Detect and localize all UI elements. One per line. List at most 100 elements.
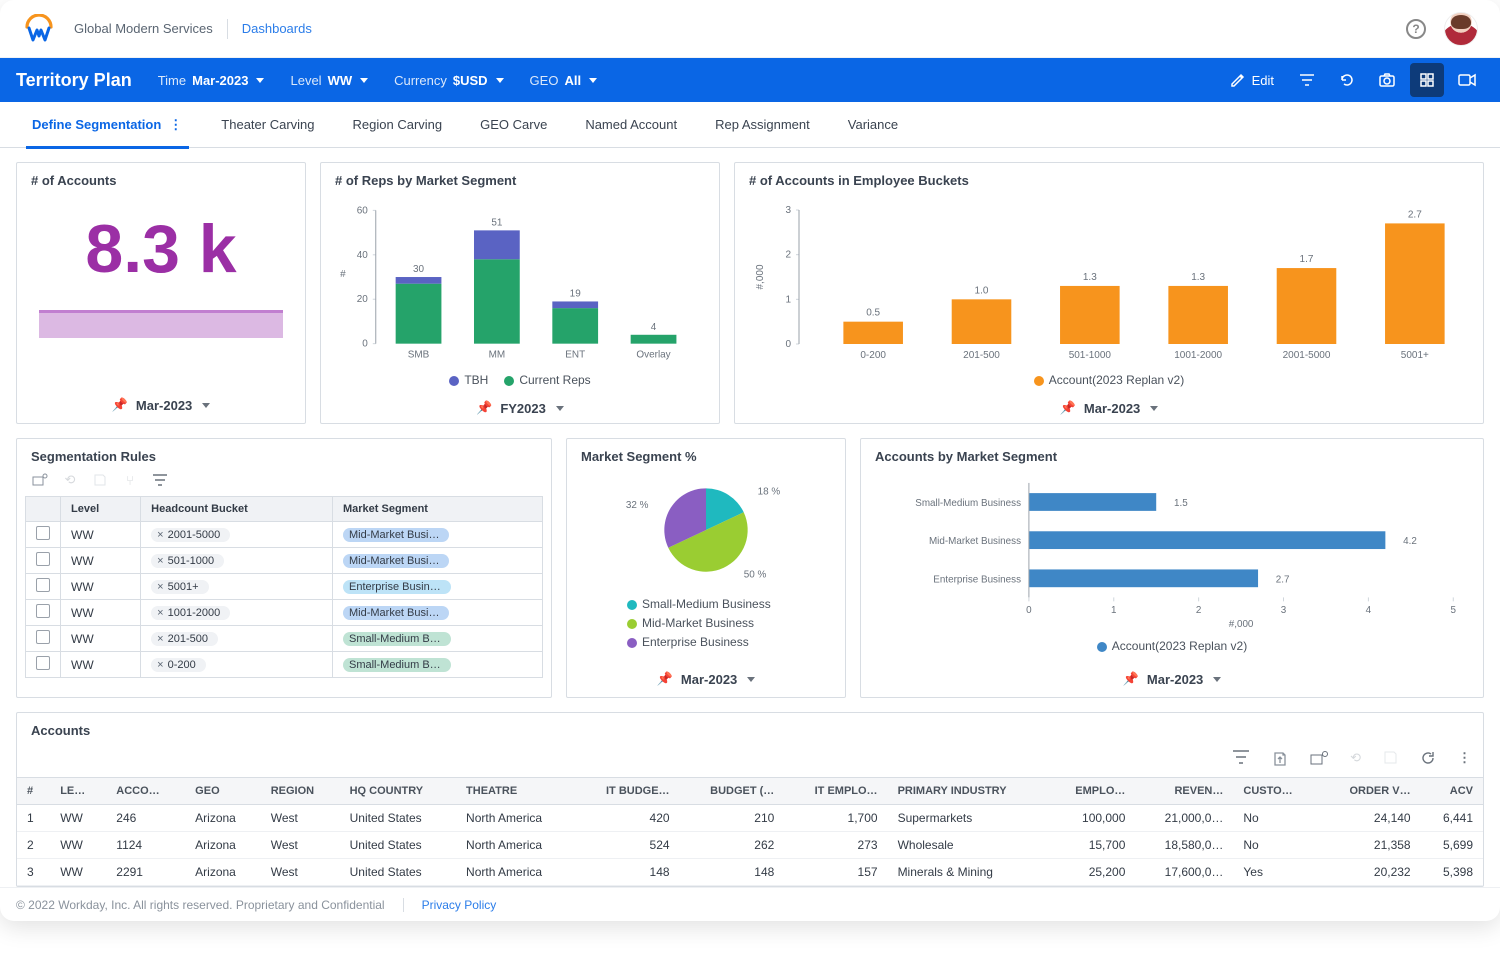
table-row[interactable]: WW×1001-2000Mid-Market Busi… (26, 600, 543, 626)
card-foot[interactable]: 📌 Mar-2023 (735, 393, 1483, 423)
acct-col[interactable]: REVEN… (1135, 778, 1233, 805)
tab-rep-assignment[interactable]: Rep Assignment (715, 102, 810, 148)
acct-col[interactable]: IT EMPLO… (784, 778, 887, 805)
acct-col[interactable]: ACCO… (106, 778, 185, 805)
segment-chip[interactable]: Enterprise Busin… (343, 580, 451, 594)
org-name: Global Modern Services (74, 21, 213, 36)
row-checkbox[interactable] (36, 656, 50, 670)
card-foot[interactable]: 📌 Mar-2023 (567, 661, 845, 697)
row-checkbox[interactable] (36, 630, 50, 644)
row-checkbox[interactable] (36, 552, 50, 566)
pin-icon: 📌 (657, 671, 673, 687)
export-icon[interactable] (1272, 750, 1288, 769)
branch-icon[interactable]: ⑂ (121, 472, 139, 488)
grid-view-icon[interactable] (1410, 63, 1444, 97)
bucket-chip[interactable]: ×2001-5000 (151, 528, 230, 542)
row-checkbox[interactable] (36, 526, 50, 540)
filter-icon[interactable] (1232, 750, 1250, 769)
bucket-chip[interactable]: ×5001+ (151, 580, 208, 594)
page-footer: © 2022 Workday, Inc. All rights reserved… (0, 887, 1500, 921)
acct-col[interactable]: GEO (185, 778, 261, 805)
privacy-link[interactable]: Privacy Policy (422, 898, 497, 912)
acct-col[interactable]: CUSTO… (1233, 778, 1319, 805)
svg-text:4: 4 (1366, 605, 1372, 616)
settings-icon[interactable] (31, 472, 49, 488)
chevron-down-icon (202, 403, 210, 408)
video-icon[interactable] (1450, 63, 1484, 97)
segment-chip[interactable]: Mid-Market Busi… (343, 554, 449, 568)
tab-theater-carving[interactable]: Theater Carving (221, 102, 314, 148)
accounts-toolbar: ⟲ ⋮ (17, 742, 1483, 777)
acct-col[interactable]: PRIMARY INDUSTRY (888, 778, 1049, 805)
card-reps-by-segment: # of Reps by Market Segment 0204060#30SM… (320, 162, 720, 424)
breadcrumb-dashboards[interactable]: Dashboards (242, 21, 312, 36)
table-row[interactable]: 1WW246ArizonaWestUnited StatesNorth Amer… (17, 805, 1483, 832)
bucket-chip[interactable]: ×501-1000 (151, 554, 224, 568)
tab-region-carving[interactable]: Region Carving (353, 102, 443, 148)
pencil-icon (1230, 72, 1246, 88)
chevron-down-icon (556, 406, 564, 411)
card-foot[interactable]: 📌 Mar-2023 (17, 387, 305, 423)
settings-icon[interactable] (1310, 750, 1328, 769)
table-row[interactable]: WW×5001+Enterprise Busin… (26, 574, 543, 600)
filter-geo[interactable]: GEO All (530, 73, 598, 88)
acct-col[interactable]: BUDGET (… (680, 778, 785, 805)
acct-col[interactable]: THEATRE (456, 778, 576, 805)
link-icon[interactable]: ⟲ (1350, 750, 1361, 769)
more-icon[interactable]: ⋮ (1458, 750, 1471, 769)
camera-icon[interactable] (1370, 63, 1404, 97)
svg-text:MM: MM (489, 350, 506, 361)
card-title: Accounts by Market Segment (861, 439, 1483, 468)
filter-icon[interactable] (151, 472, 169, 488)
tab-variance[interactable]: Variance (848, 102, 898, 148)
card-title: Accounts (17, 713, 1483, 742)
user-avatar[interactable] (1444, 12, 1478, 46)
table-row[interactable]: WW×201-500Small-Medium B… (26, 626, 543, 652)
filter-level[interactable]: Level WW (290, 73, 368, 88)
segment-chip[interactable]: Small-Medium B… (343, 632, 451, 646)
chart-legend: Account(2023 Replan v2) (745, 373, 1473, 387)
filter-currency[interactable]: Currency $USD (394, 73, 503, 88)
filter-time[interactable]: Time Mar-2023 (158, 73, 265, 88)
link-icon[interactable]: ⟲ (61, 472, 79, 488)
bucket-chip[interactable]: ×0-200 (151, 658, 206, 672)
svg-text:1001-2000: 1001-2000 (1174, 350, 1222, 361)
card-foot[interactable]: 📌 Mar-2023 (861, 661, 1483, 697)
acct-col[interactable]: ORDER V… (1320, 778, 1421, 805)
tab-named-account[interactable]: Named Account (585, 102, 677, 148)
tab-define-segmentation[interactable]: Define Segmentation ⋮ (32, 102, 183, 148)
card-foot[interactable]: 📌 FY2023 (321, 393, 719, 423)
table-row[interactable]: 2WW1124ArizonaWestUnited StatesNorth Ame… (17, 832, 1483, 859)
help-icon[interactable]: ? (1406, 19, 1426, 39)
segment-chip[interactable]: Mid-Market Busi… (343, 528, 449, 542)
segment-chip[interactable]: Small-Medium B… (343, 658, 451, 672)
row-checkbox[interactable] (36, 604, 50, 618)
svg-text:19: 19 (570, 288, 582, 299)
table-row[interactable]: WW×2001-5000Mid-Market Busi… (26, 522, 543, 548)
acct-col[interactable]: ACV (1421, 778, 1483, 805)
acct-col[interactable]: REGION (261, 778, 340, 805)
acct-col[interactable]: HQ COUNTRY (340, 778, 456, 805)
save-icon[interactable] (91, 472, 109, 488)
refresh-icon[interactable] (1420, 750, 1436, 769)
acct-col[interactable]: LE… (50, 778, 106, 805)
row-checkbox[interactable] (36, 578, 50, 592)
workday-logo[interactable] (22, 12, 56, 46)
bucket-chip[interactable]: ×201-500 (151, 632, 218, 646)
bucket-chip[interactable]: ×1001-2000 (151, 606, 230, 620)
edit-button[interactable]: Edit (1220, 63, 1284, 97)
table-row[interactable]: WW×0-200Small-Medium B… (26, 652, 543, 678)
acct-col[interactable]: # (17, 778, 50, 805)
chevron-down-icon (1150, 406, 1158, 411)
tab-menu-icon[interactable]: ⋮ (169, 117, 183, 133)
acct-col[interactable]: IT BUDGE… (576, 778, 680, 805)
acct-col[interactable]: EMPLO… (1048, 778, 1135, 805)
table-row[interactable]: 3WW2291ArizonaWestUnited StatesNorth Ame… (17, 859, 1483, 886)
refresh-icon[interactable] (1330, 63, 1364, 97)
save-icon[interactable] (1383, 750, 1398, 769)
reps-bar-chart: 0204060#30SMB51MM19ENT4Overlay (331, 196, 709, 366)
filter-icon[interactable] (1290, 63, 1324, 97)
segment-chip[interactable]: Mid-Market Busi… (343, 606, 449, 620)
table-row[interactable]: WW×501-1000Mid-Market Busi… (26, 548, 543, 574)
tab-geo-carve[interactable]: GEO Carve (480, 102, 547, 148)
